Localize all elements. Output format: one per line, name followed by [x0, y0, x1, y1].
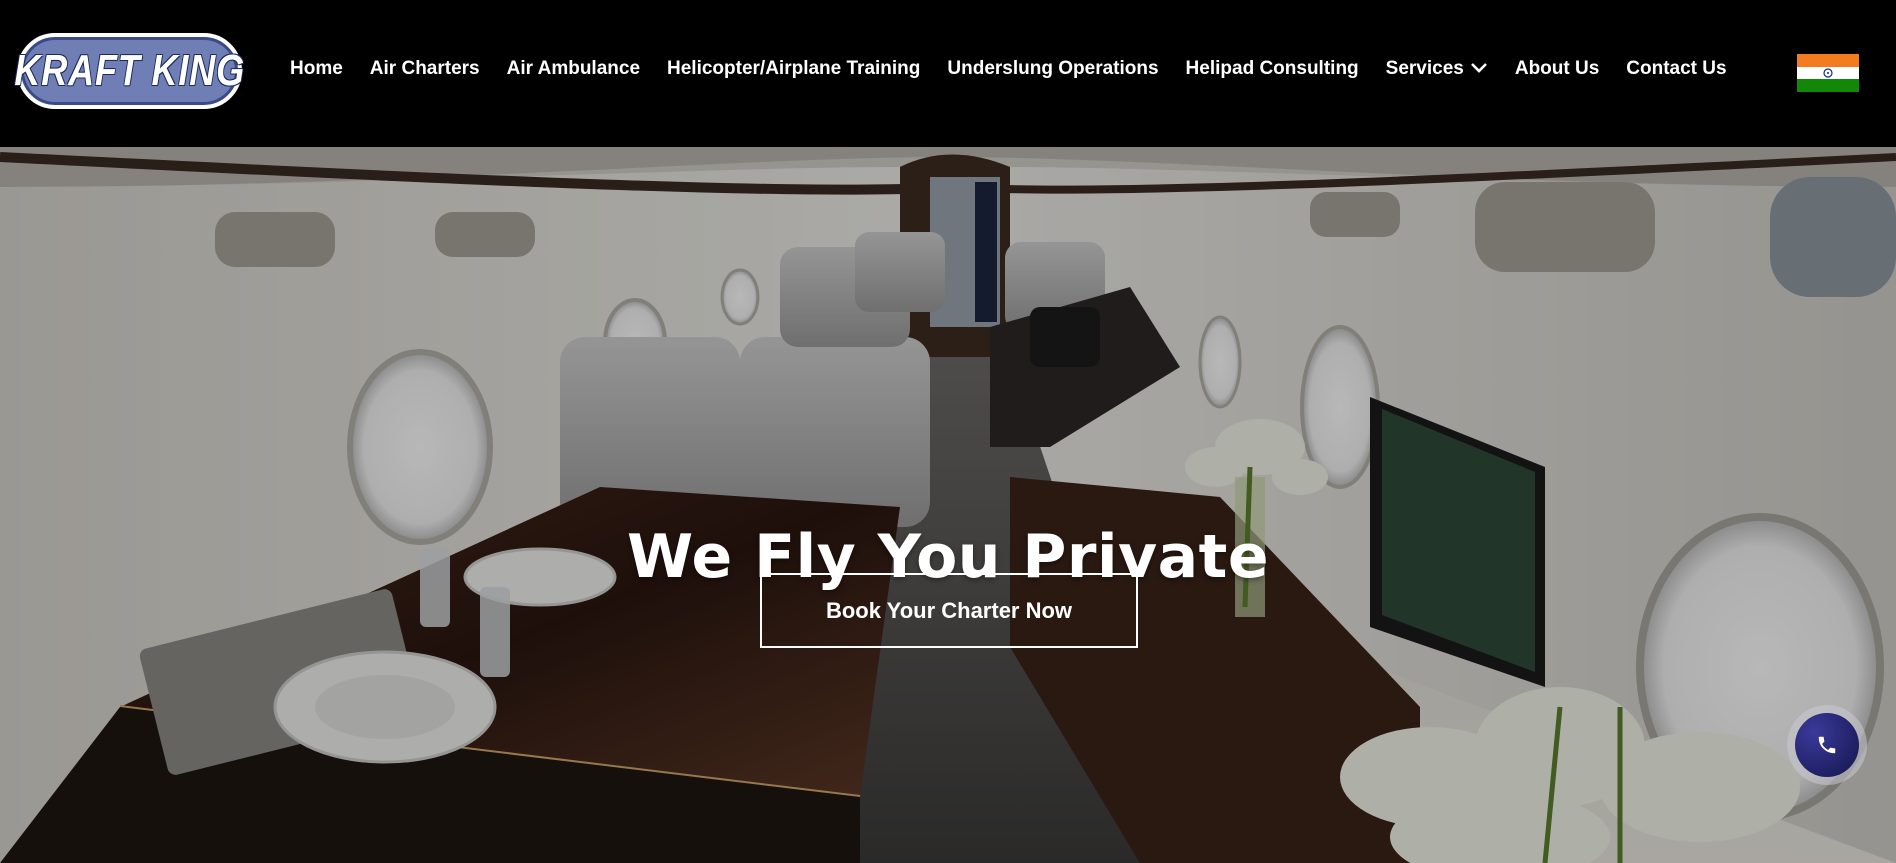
hero-section: We Fly You Private Book Your Charter Now [0, 147, 1896, 863]
nav-underslung-operations[interactable]: Underslung Operations [947, 58, 1158, 80]
logo-text: KRAFT KING [14, 46, 245, 95]
nav-services[interactable]: Services [1386, 58, 1488, 80]
nav-home[interactable]: Home [290, 58, 343, 80]
nav-helicopter-airplane-training[interactable]: Helicopter/Airplane Training [667, 58, 920, 80]
site-header: KRAFT KING Home Air Charters Air Ambulan… [0, 0, 1896, 147]
nav-about-us[interactable]: About Us [1515, 58, 1599, 80]
nav-air-ambulance[interactable]: Air Ambulance [507, 58, 640, 80]
chevron-down-icon [1470, 58, 1488, 80]
main-nav: Home Air Charters Air Ambulance Helicopt… [290, 58, 1754, 80]
nav-air-charters[interactable]: Air Charters [370, 58, 480, 80]
ashoka-chakra-icon [1823, 68, 1833, 78]
nav-contact-us[interactable]: Contact Us [1626, 58, 1726, 80]
nav-helipad-consulting[interactable]: Helipad Consulting [1186, 58, 1359, 80]
kraft-king-logo[interactable]: KRAFT KING [14, 33, 245, 109]
india-flag-icon[interactable] [1797, 54, 1859, 92]
phone-call-button[interactable] [1787, 705, 1867, 785]
book-charter-button[interactable]: Book Your Charter Now [760, 573, 1138, 648]
hero-overlay [0, 147, 1896, 863]
nav-services-label: Services [1385, 58, 1464, 79]
phone-icon [1818, 736, 1836, 754]
